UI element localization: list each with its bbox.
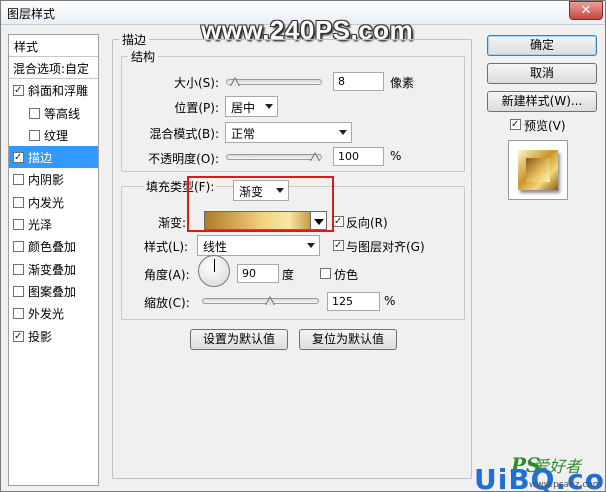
sidebar-item-label: 内发光 <box>28 195 65 210</box>
sidebar-item[interactable]: 纹理 <box>9 124 98 146</box>
blend-mode-value: 正常 <box>231 127 256 141</box>
window-title: 图层样式 <box>7 7 56 21</box>
blend-options-item[interactable]: 混合选项:自定 <box>9 57 98 80</box>
size-slider[interactable] <box>226 77 322 88</box>
sidebar-item[interactable]: 描边 <box>9 146 98 169</box>
angle-input[interactable]: 90 <box>237 264 279 283</box>
sidebar-item[interactable]: 外发光 <box>9 302 98 324</box>
style-checkbox[interactable] <box>13 152 24 164</box>
blend-mode-select[interactable]: 正常 <box>225 122 352 143</box>
sidebar-item-label: 图案叠加 <box>28 284 77 299</box>
angle-unit: 度 <box>282 268 295 282</box>
sidebar-item[interactable]: 投影 <box>9 325 98 347</box>
scale-unit: % <box>384 294 396 308</box>
structure-group: 结构 大小(S): 8 像素 位置(P): 居中 混合模式(B): 正常 不透明… <box>121 48 465 172</box>
new-style-button[interactable]: 新建样式(W)... <box>487 91 597 112</box>
style-label: 样式(L): <box>144 240 189 254</box>
gradient-label: 渐变: <box>158 216 187 230</box>
style-checkbox[interactable] <box>13 308 24 320</box>
opacity-input[interactable]: 100 <box>333 147 384 166</box>
sidebar-item-label: 描边 <box>28 151 53 166</box>
blend-mode-label: 混合模式(B): <box>149 127 219 141</box>
angle-dial[interactable] <box>198 255 230 287</box>
layer-style-dialog: 图层样式 ✕ www.240PS.com 样式 混合选项:自定 斜面和浮雕等高线… <box>0 0 606 492</box>
position-value: 居中 <box>231 101 256 115</box>
styles-list: 样式 混合选项:自定 斜面和浮雕等高线纹理描边内阴影内发光光泽颜色叠加渐变叠加图… <box>8 34 99 486</box>
opacity-slider[interactable] <box>226 152 322 163</box>
highlight-annotation <box>187 176 334 232</box>
gradient-style-value: 线性 <box>203 240 228 254</box>
preview-label: 预览(V) <box>524 119 566 133</box>
sidebar-item[interactable]: 斜面和浮雕 <box>9 79 98 101</box>
style-checkbox[interactable] <box>13 330 24 342</box>
sidebar-item-label: 斜面和浮雕 <box>28 84 89 99</box>
opacity-unit: % <box>390 149 402 163</box>
close-button[interactable]: ✕ <box>569 1 603 20</box>
style-checkbox[interactable] <box>13 174 24 186</box>
structure-title: 结构 <box>128 48 159 65</box>
style-items: 斜面和浮雕等高线纹理描边内阴影内发光光泽颜色叠加渐变叠加图案叠加外发光投影 <box>9 79 98 347</box>
logo-url-text: www.psahz.com <box>529 480 602 490</box>
sidebar-item[interactable]: 光泽 <box>9 213 98 235</box>
stroke-title: 描边 <box>119 31 150 48</box>
align-with-layer-checkbox[interactable] <box>333 240 344 251</box>
sidebar-item-label: 内阴影 <box>28 173 65 188</box>
cancel-button[interactable]: 取消 <box>487 63 597 84</box>
opacity-slider-thumb[interactable] <box>310 152 321 163</box>
dither-checkbox[interactable] <box>320 268 331 279</box>
sidebar-item-label: 光泽 <box>28 218 53 233</box>
style-checkbox[interactable] <box>13 85 24 97</box>
style-checkbox[interactable] <box>29 129 40 141</box>
size-slider-thumb[interactable] <box>230 77 241 88</box>
sidebar-item[interactable]: 渐变叠加 <box>9 258 98 280</box>
set-default-button[interactable]: 设置为默认值 <box>190 329 288 350</box>
sidebar-item[interactable]: 内发光 <box>9 191 98 213</box>
reset-default-button[interactable]: 复位为默认值 <box>299 329 397 350</box>
sidebar-item-label: 外发光 <box>28 307 65 322</box>
sidebar-item[interactable]: 内阴影 <box>9 168 98 190</box>
sidebar-item[interactable]: 图案叠加 <box>9 280 98 302</box>
chevron-down-icon <box>265 104 273 109</box>
opacity-label: 不透明度(O): <box>148 152 219 166</box>
reverse-checkbox[interactable] <box>333 216 344 227</box>
sidebar-item-label: 颜色叠加 <box>28 240 77 255</box>
site-logo: PS 爱好者 UiBQ.com www.psahz.com <box>441 439 606 492</box>
dither-label: 仿色 <box>334 268 359 282</box>
scale-slider-thumb[interactable] <box>265 296 276 307</box>
sidebar-item[interactable]: 等高线 <box>9 102 98 124</box>
align-with-layer-label: 与图层对齐(G) <box>346 240 425 254</box>
scale-label: 缩放(C): <box>144 296 190 310</box>
style-checkbox[interactable] <box>13 285 24 297</box>
stroke-panel: 描边 结构 大小(S): 8 像素 位置(P): 居中 混合模式(B): 正常 … <box>112 31 472 479</box>
blend-options-label: 混合选项:自定 <box>13 62 90 76</box>
style-checkbox[interactable] <box>13 263 24 275</box>
sidebar-item-label: 渐变叠加 <box>28 262 77 277</box>
sidebar-item-label: 投影 <box>28 329 53 344</box>
preview-checkbox[interactable] <box>510 119 521 130</box>
style-checkbox[interactable] <box>29 107 40 119</box>
position-label: 位置(P): <box>174 101 219 115</box>
angle-label: 角度(A): <box>144 268 190 282</box>
sidebar-item[interactable]: 颜色叠加 <box>9 235 98 257</box>
style-preview <box>508 140 568 200</box>
sidebar-item-label: 纹理 <box>44 128 69 143</box>
size-unit: 像素 <box>390 76 415 90</box>
chevron-down-icon <box>339 130 347 135</box>
scale-input[interactable]: 125 <box>327 292 380 311</box>
styles-header[interactable]: 样式 <box>9 35 98 57</box>
reverse-label: 反向(R) <box>346 216 388 230</box>
size-input[interactable]: 8 <box>333 72 384 91</box>
gradient-style-select[interactable]: 线性 <box>197 235 320 256</box>
position-select[interactable]: 居中 <box>225 96 278 117</box>
style-checkbox[interactable] <box>13 241 24 253</box>
scale-slider[interactable] <box>202 296 319 307</box>
style-checkbox[interactable] <box>13 196 24 208</box>
size-label: 大小(S): <box>173 76 219 90</box>
ok-button[interactable]: 确定 <box>487 35 597 56</box>
style-checkbox[interactable] <box>13 219 24 231</box>
chevron-down-icon <box>307 243 315 248</box>
preview-thumbnail <box>518 150 558 190</box>
sidebar-item-label: 等高线 <box>44 106 81 121</box>
